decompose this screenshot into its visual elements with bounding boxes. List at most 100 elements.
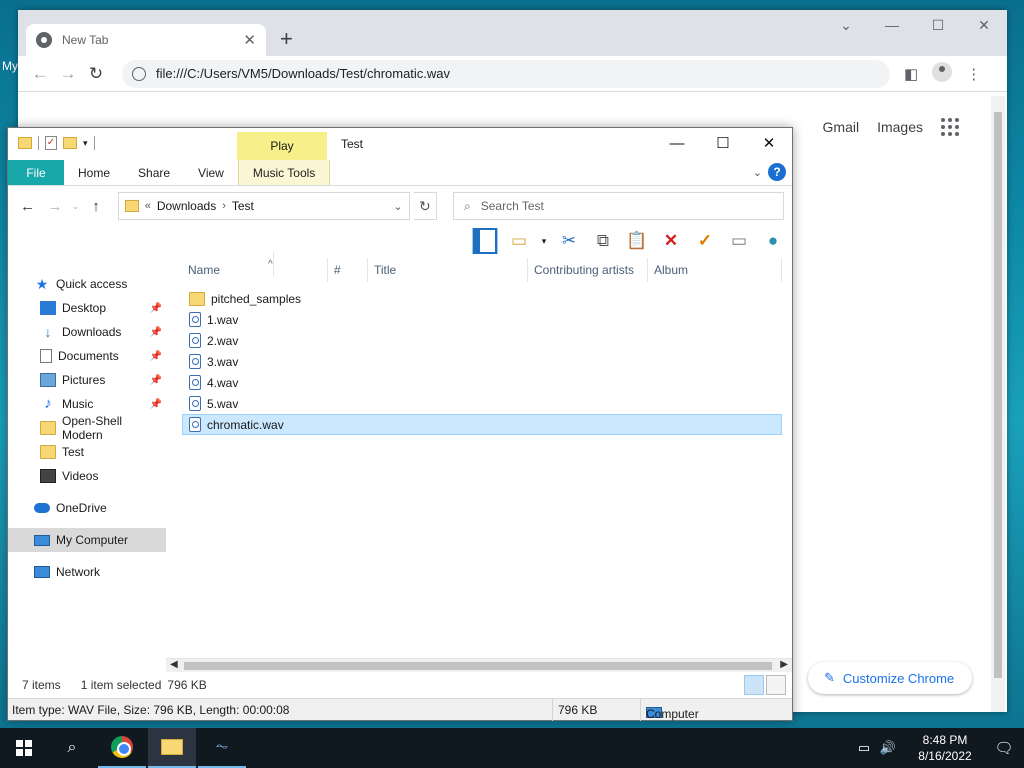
chrome-menu-icon[interactable]: ⋮ (966, 65, 981, 83)
gmail-link[interactable]: Gmail (823, 119, 860, 135)
properties-icon[interactable]: ✓ (45, 136, 57, 150)
chrome-taskbar-button[interactable] (98, 728, 146, 768)
sidebar-item-videos[interactable]: Videos (8, 464, 166, 488)
explorer-title-bar: ✓ ▾ Play Test — ☐ ✕ (8, 128, 792, 160)
minimize-button[interactable]: — (869, 10, 915, 40)
clock[interactable]: 8:48 PM 8/16/2022 (906, 732, 984, 764)
large-icons-view-icon[interactable] (766, 675, 786, 695)
sidebar-item-desktop[interactable]: Desktop 📌 (8, 296, 166, 320)
search-icon[interactable]: ⌕ (48, 728, 96, 768)
back-arrow-icon[interactable]: ← (16, 198, 39, 215)
notification-icon[interactable]: 🗨 (984, 739, 1024, 757)
maximize-button[interactable]: ☐ (915, 10, 961, 40)
breadcrumb-overflow[interactable]: « (145, 200, 151, 212)
breadcrumb-chevron-icon[interactable]: › (222, 200, 226, 212)
new-folder-icon[interactable] (63, 137, 77, 149)
customize-chrome-button[interactable]: ✎ Customize Chrome (808, 662, 972, 694)
close-button[interactable]: ✕ (961, 10, 1007, 40)
delete-icon[interactable]: ✕ (658, 228, 684, 254)
column-header-name[interactable]: ^ Name (182, 252, 328, 282)
volume-icon[interactable]: 🔊 (876, 740, 900, 756)
google-apps-icon[interactable] (941, 118, 959, 136)
audio-file-icon (189, 417, 201, 432)
list-item[interactable]: 3.wav (182, 351, 782, 372)
sidebar-item-pictures[interactable]: Pictures 📌 (8, 368, 166, 392)
scrollbar-thumb[interactable] (184, 662, 772, 670)
list-item[interactable]: 2.wav (182, 330, 782, 351)
dropdown-arrow-icon[interactable]: ▾ (540, 228, 548, 254)
sidebar-item-openshell[interactable]: Open-Shell Modern (8, 414, 166, 442)
shell-icon[interactable]: ● (760, 228, 786, 254)
address-bar[interactable]: file:///C:/Users/VM5/Downloads/Test/chro… (122, 59, 890, 88)
profile-avatar[interactable] (932, 61, 953, 86)
tab-home[interactable]: Home (64, 160, 124, 185)
start-button[interactable] (0, 728, 48, 768)
paste-icon[interactable]: 📋 (624, 228, 650, 254)
address-dropdown-icon[interactable]: ⌄ (393, 200, 402, 213)
tab-search-chevron-icon[interactable]: ⌄ (823, 10, 869, 40)
close-button[interactable]: ✕ (746, 128, 792, 158)
sidebar-item-quick-access[interactable]: ★ Quick access (8, 272, 166, 296)
sidebar-item-music[interactable]: ♪ Music 📌 (8, 392, 166, 416)
properties-icon[interactable]: ▭ (726, 228, 752, 254)
scroll-left-icon[interactable]: ◀ (170, 659, 178, 670)
refresh-button[interactable]: ↻ (413, 192, 437, 220)
new-folder-icon[interactable]: ▭ (506, 228, 532, 254)
maximize-button[interactable]: ☐ (700, 128, 746, 158)
minimize-button[interactable]: — (654, 128, 700, 158)
list-item-selected[interactable]: chromatic.wav (182, 414, 782, 435)
chrome-scrollbar[interactable] (991, 96, 1005, 712)
network-icon[interactable]: ▭ (852, 740, 876, 756)
list-item[interactable]: 1.wav (182, 309, 782, 330)
reload-icon[interactable]: ↻ (82, 64, 110, 84)
list-item[interactable]: 4.wav (182, 372, 782, 393)
tab-new-tab[interactable]: New Tab ✕ (26, 24, 266, 56)
sidebar-item-downloads[interactable]: ↓ Downloads 📌 (8, 320, 166, 344)
horizontal-scrollbar[interactable]: ◀ ▶ (166, 658, 792, 672)
close-tab-icon[interactable]: ✕ (243, 31, 256, 49)
tab-music-tools[interactable]: Music Tools (237, 160, 331, 185)
rename-check-icon[interactable]: ✓ (692, 228, 718, 254)
details-view-icon[interactable] (744, 675, 764, 695)
audio-app-taskbar-button[interactable]: ⏦ (198, 728, 246, 768)
back-arrow-icon[interactable]: ← (26, 64, 54, 84)
expand-ribbon-chevron-icon[interactable]: ⌄ (753, 166, 762, 179)
cut-icon[interactable]: ✂ (556, 228, 582, 254)
new-tab-button[interactable]: + (280, 28, 293, 50)
column-header-album[interactable]: Album (648, 258, 782, 282)
desktop-icon-label[interactable]: My (2, 59, 18, 73)
side-panel-icon[interactable]: ◧ (904, 65, 918, 83)
search-input[interactable]: ⌕ Search Test (452, 192, 785, 220)
preview-pane-icon[interactable] (472, 228, 498, 254)
file-explorer-taskbar-button[interactable] (148, 728, 196, 768)
tab-view[interactable]: View (184, 160, 238, 185)
breadcrumb-downloads[interactable]: Downloads (157, 199, 216, 213)
scroll-right-icon[interactable]: ▶ (780, 659, 788, 670)
help-icon[interactable]: ? (768, 163, 786, 181)
address-bar[interactable]: « Downloads › Test ⌄ (117, 192, 410, 220)
sidebar-item-network[interactable]: Network (8, 560, 166, 584)
tab-share[interactable]: Share (124, 160, 184, 185)
copy-icon[interactable]: ⧉ (590, 228, 616, 254)
sidebar-item-onedrive[interactable]: OneDrive (8, 496, 166, 520)
search-icon: ⌕ (463, 198, 471, 213)
up-arrow-icon[interactable]: ↑ (84, 198, 107, 215)
list-item[interactable]: pitched_samples (182, 288, 782, 309)
qat-dropdown-icon[interactable]: ▾ (83, 138, 88, 149)
tab-file[interactable]: File (8, 160, 64, 185)
forward-arrow-icon[interactable]: → (43, 198, 66, 215)
column-header-artists[interactable]: Contributing artists (528, 258, 648, 282)
sidebar-item-test[interactable]: Test (8, 440, 166, 464)
play-contextual-tab[interactable]: Play (237, 132, 327, 160)
forward-arrow-icon[interactable]: → (54, 64, 82, 84)
column-headers: ^ Name # Title Contributing artists Albu… (182, 252, 782, 282)
column-header-number[interactable]: # (328, 258, 368, 282)
sidebar-item-label: Music (62, 397, 94, 411)
recent-locations-chevron-icon[interactable]: ⌄ (71, 201, 81, 212)
list-item[interactable]: 5.wav (182, 393, 782, 414)
column-header-title[interactable]: Title (368, 258, 528, 282)
sidebar-item-documents[interactable]: Documents 📌 (8, 344, 166, 368)
breadcrumb-test[interactable]: Test (232, 199, 254, 213)
images-link[interactable]: Images (877, 119, 923, 135)
sidebar-item-my-computer[interactable]: My Computer (8, 528, 166, 552)
